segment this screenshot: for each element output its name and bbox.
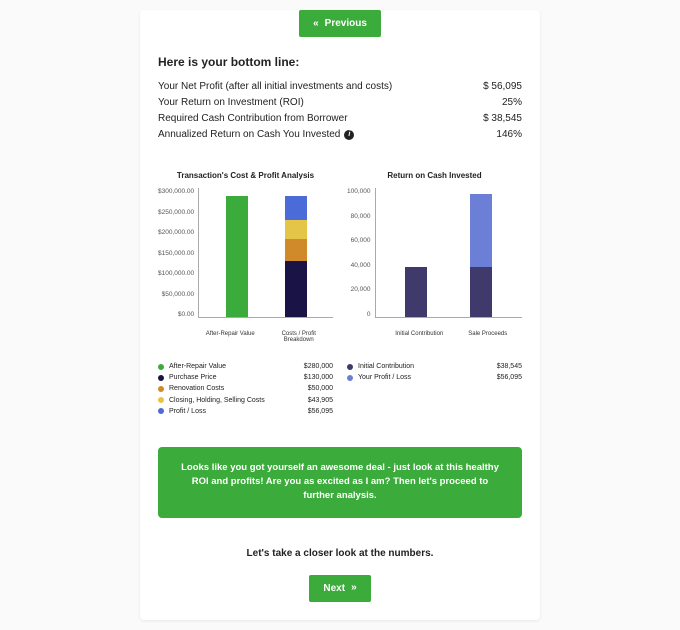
x-axis-labels: Initial ContributionSale Proceeds — [347, 331, 522, 337]
legend-dot-icon — [158, 364, 164, 370]
legend-row: After-Repair Value$280,000Purchase Price… — [158, 361, 522, 417]
y-axis: 100,00080,00060,00040,00020,0000 — [347, 188, 375, 318]
bar — [226, 196, 248, 317]
legend-column: Initial Contribution$38,545Your Profit /… — [347, 361, 522, 417]
legend-value: $50,000 — [308, 383, 333, 394]
legend-item: Profit / Loss $56,095 — [158, 406, 333, 417]
metric-value: 146% — [496, 127, 522, 143]
legend-value: $43,905 — [308, 395, 333, 406]
chart-title: Transaction's Cost & Profit Analysis — [158, 171, 333, 180]
bar-segment — [405, 267, 427, 317]
headline: Here is your bottom line: — [158, 55, 522, 69]
legend-label: Closing, Holding, Selling Costs — [169, 395, 265, 406]
chart-area: 100,00080,00060,00040,00020,0000 — [347, 188, 522, 328]
metric-label: Your Net Profit (after all initial inves… — [158, 79, 392, 95]
bar — [405, 267, 427, 317]
legend-item: Renovation Costs $50,000 — [158, 383, 333, 394]
legend-label: Your Profit / Loss — [358, 372, 411, 383]
metric-value: 25% — [502, 95, 522, 111]
legend-dot-icon — [158, 386, 164, 392]
x-axis-labels: After-Repair ValueCosts / Profit Breakdo… — [158, 331, 333, 343]
y-axis: $300,000.00$250,000.00$200,000.00$150,00… — [158, 188, 198, 318]
legend-dot-icon — [158, 397, 164, 403]
legend-value: $130,000 — [304, 372, 333, 383]
metric-row: Required Cash Contribution from Borrower… — [158, 111, 522, 127]
metric-row: Annualized Return on Cash You Investedi 1… — [158, 127, 522, 143]
chart-plot — [198, 188, 333, 318]
legend-item: Initial Contribution $38,545 — [347, 361, 522, 372]
charts-row: Transaction's Cost & Profit Analysis $300… — [158, 171, 522, 343]
bar-segment — [285, 261, 307, 317]
legend-label: After-Repair Value — [169, 361, 226, 372]
legend-label: Purchase Price — [169, 372, 216, 383]
legend-dot-icon — [158, 375, 164, 381]
chevron-left-icon: « — [313, 19, 319, 29]
previous-label: Previous — [325, 18, 367, 29]
metric-label: Required Cash Contribution from Borrower — [158, 111, 348, 127]
bottom-nav-row: Next » — [158, 575, 522, 602]
legend-dot-icon — [347, 375, 353, 381]
legend-item: Your Profit / Loss $56,095 — [347, 372, 522, 383]
bar — [470, 194, 492, 317]
summary-banner: Looks like you got yourself an awesome d… — [158, 447, 522, 518]
legend-column: After-Repair Value$280,000Purchase Price… — [158, 361, 333, 417]
legend-dot-icon — [347, 364, 353, 370]
top-nav-row: « Previous — [158, 10, 522, 37]
metric-row: Your Net Profit (after all initial inves… — [158, 79, 522, 95]
metric-row: Your Return on Investment (ROI) 25% — [158, 95, 522, 111]
chevron-right-icon: » — [351, 583, 357, 593]
metric-value: $ 56,095 — [483, 79, 522, 95]
chart-title: Return on Cash Invested — [347, 171, 522, 180]
next-button[interactable]: Next » — [309, 575, 370, 602]
metrics-list: Your Net Profit (after all initial inves… — [158, 79, 522, 143]
legend-label: Initial Contribution — [358, 361, 414, 372]
closer-look-text: Let's take a closer look at the numbers. — [158, 548, 522, 559]
bar-segment — [470, 267, 492, 317]
bar-segment — [285, 196, 307, 220]
chart-column: Return on Cash Invested 100,00080,00060,0… — [347, 171, 522, 343]
bar-segment — [285, 220, 307, 239]
legend-value: $38,545 — [497, 361, 522, 372]
bar — [285, 196, 307, 317]
legend-item: Purchase Price $130,000 — [158, 372, 333, 383]
legend-item: Closing, Holding, Selling Costs $43,905 — [158, 395, 333, 406]
legend-label: Profit / Loss — [169, 406, 206, 417]
legend-value: $280,000 — [304, 361, 333, 372]
legend-label: Renovation Costs — [169, 383, 224, 394]
next-label: Next — [323, 583, 345, 594]
legend-dot-icon — [158, 408, 164, 414]
metric-value: $ 38,545 — [483, 111, 522, 127]
metric-label: Annualized Return on Cash You Investedi — [158, 127, 354, 143]
previous-button[interactable]: « Previous — [299, 10, 381, 37]
bar-segment — [470, 194, 492, 267]
legend-value: $56,095 — [308, 406, 333, 417]
legend-item: After-Repair Value $280,000 — [158, 361, 333, 372]
metric-label: Your Return on Investment (ROI) — [158, 95, 304, 111]
legend-value: $56,095 — [497, 372, 522, 383]
info-icon[interactable]: i — [344, 130, 354, 140]
bar-segment — [285, 239, 307, 261]
results-card: « Previous Here is your bottom line: You… — [140, 10, 540, 620]
chart-plot — [375, 188, 523, 318]
bar-segment — [226, 196, 248, 317]
chart-column: Transaction's Cost & Profit Analysis $300… — [158, 171, 333, 343]
chart-area: $300,000.00$250,000.00$200,000.00$150,00… — [158, 188, 333, 328]
